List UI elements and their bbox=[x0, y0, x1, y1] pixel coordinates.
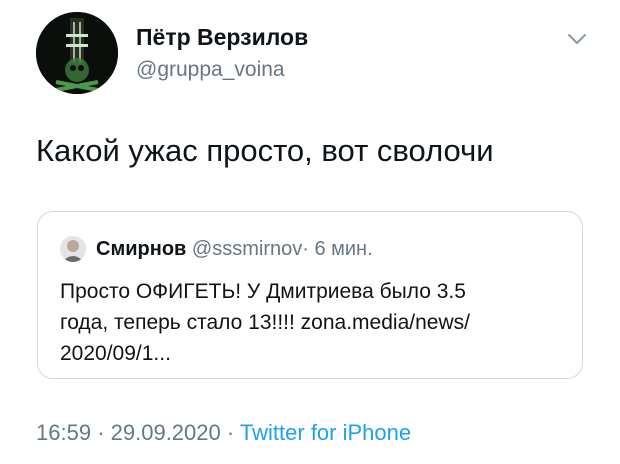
quoted-tweet-text: Просто ОФИГЕТЬ! У Дмитриева было 3.5 год… bbox=[60, 280, 470, 365]
quoted-author-name: Смирнов bbox=[96, 238, 187, 260]
tweet-text: Какой ужас просто, вот сволочи bbox=[36, 133, 494, 168]
author-avatar-image bbox=[36, 12, 118, 94]
meta-separator: · bbox=[97, 420, 105, 445]
quoted-timestamp: 6 мин. bbox=[314, 238, 373, 260]
quoted-tweet-card[interactable]: Смирнов @sssmirnov· 6 мин. Просто ОФИГЕТ… bbox=[37, 211, 583, 379]
quoted-author-handle: @sssmirnov bbox=[191, 238, 303, 260]
quoted-separator: · bbox=[302, 238, 309, 260]
tweet-source-link[interactable]: Twitter for iPhone bbox=[240, 420, 411, 445]
author-name[interactable]: Пётр Верзилов bbox=[136, 24, 308, 51]
author-handle[interactable]: @gruppa_voina bbox=[136, 58, 285, 82]
tweet: Пётр Верзилов @gruppa_voina Какой ужас п… bbox=[0, 0, 620, 464]
quoted-author-avatar bbox=[60, 236, 86, 262]
quoted-header: Смирнов @sssmirnov· 6 мин. bbox=[96, 236, 373, 262]
meta-separator: · bbox=[226, 420, 235, 445]
chevron-down-icon[interactable] bbox=[566, 30, 588, 48]
tweet-meta: 16:59 · 29.09.2020 · Twitter for iPhone bbox=[36, 420, 411, 446]
tweet-date[interactable]: 29.09.2020 bbox=[111, 420, 221, 445]
tweet-time[interactable]: 16:59 bbox=[36, 420, 91, 445]
author-avatar[interactable] bbox=[36, 12, 118, 94]
